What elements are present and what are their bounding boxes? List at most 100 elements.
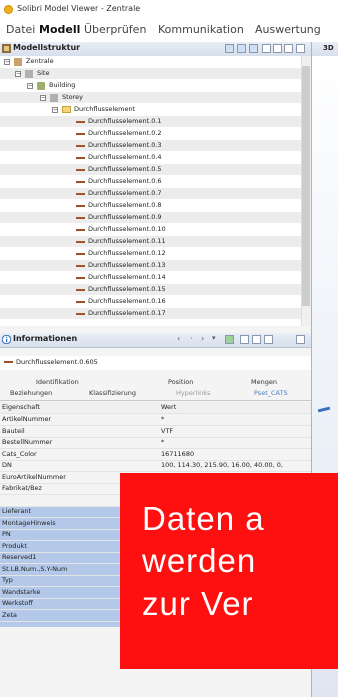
tree-item[interactable]: Durchflusselement.0.16 (0, 296, 302, 307)
property-row[interactable]: DN 100, 114.30, 215.90, 16.00, 40.00, 0, (0, 460, 311, 472)
column-eigenschaft[interactable]: Eigenschaft (2, 402, 40, 413)
menu-kommunikation[interactable]: Kommunikation (158, 23, 244, 36)
tree-item-label: Durchflusselement.0.3 (88, 141, 162, 149)
component-icon (76, 169, 85, 171)
tab-identifikation[interactable]: Identifikation (36, 378, 79, 386)
property-value: 100, 114.30, 215.90, 16.00, 40.00, 0, (161, 461, 283, 469)
component-icon (76, 181, 85, 183)
nav-dropdown-icon[interactable]: ▾ (212, 334, 216, 342)
panel-maximize-icon[interactable] (296, 44, 305, 53)
component-icon (76, 253, 85, 255)
toolbar-grid-icon[interactable] (249, 44, 258, 53)
tab-klassifizierung[interactable]: Klassifizierung (89, 389, 136, 397)
3d-view-label: 3D (323, 44, 334, 52)
tab-pset-cats[interactable]: Pset_CATS (254, 389, 288, 397)
info-list-icon[interactable] (264, 335, 273, 344)
property-key: ArtikelNummer (2, 415, 52, 423)
tree-item[interactable]: − Durchflusselement (0, 104, 302, 115)
tree-item[interactable]: Durchflusselement.0.6 (0, 176, 302, 187)
model-structure-title: Modellstruktur (13, 43, 81, 52)
info-tabs-row1: Identifikation Position Mengen (0, 378, 311, 388)
tab-position[interactable]: Position (168, 378, 193, 386)
info-maximize-icon[interactable] (296, 335, 305, 344)
property-value: 16711680 (161, 449, 195, 458)
tree-item[interactable]: Durchflusselement.0.9 (0, 212, 302, 223)
column-wert[interactable]: Wert (161, 402, 176, 413)
property-key: Typ (2, 576, 13, 584)
tree-item[interactable]: Durchflusselement.0.14 (0, 272, 302, 283)
info-collapse-icon[interactable] (252, 335, 261, 344)
folder-icon (62, 106, 71, 113)
tree-expander-icon[interactable]: − (52, 107, 58, 113)
tree-item[interactable]: Durchflusselement.0.3 (0, 140, 302, 151)
property-row[interactable]: Bauteil VTF (0, 426, 311, 438)
tree-scrollbar-thumb[interactable] (302, 66, 310, 306)
info-image-icon[interactable] (225, 335, 234, 344)
tree-item[interactable]: − Storey (0, 92, 302, 103)
property-key: Werkstoff (2, 599, 33, 607)
tree-item-label: Zentrale (26, 57, 54, 65)
tree-item[interactable]: Durchflusselement.0.1 (0, 116, 302, 127)
tree-item-label: Durchflusselement.0.7 (88, 189, 162, 197)
property-row[interactable]: ArtikelNummer * (0, 414, 311, 426)
tree-item-label: Storey (62, 93, 84, 101)
component-icon (76, 133, 85, 135)
tab-hyperlinks[interactable]: Hyperlinks (176, 389, 210, 397)
tree-expander-icon[interactable]: − (4, 59, 10, 65)
tree-expander-icon[interactable]: − (15, 71, 21, 77)
property-key: PN (2, 530, 11, 538)
app-logo-icon (4, 5, 13, 14)
menu-auswertung[interactable]: Auswertung (255, 23, 321, 36)
tab-mengen[interactable]: Mengen (251, 378, 277, 386)
tree-item-label: Durchflusselement.0.15 (88, 285, 166, 293)
tree-item[interactable]: Durchflusselement.0.8 (0, 200, 302, 211)
tree-item[interactable]: Durchflusselement.0.13 (0, 260, 302, 271)
tree-item-label: Durchflusselement.0.16 (88, 297, 166, 305)
component-icon (4, 361, 13, 363)
tree-item[interactable]: − Building (0, 80, 302, 91)
toolbar-collapse-icon[interactable] (273, 44, 282, 53)
tree-item[interactable]: − Site (0, 68, 302, 79)
tree-item[interactable]: Durchflusselement.0.11 (0, 236, 302, 247)
tree-item[interactable]: Durchflusselement.0.7 (0, 188, 302, 199)
nav-back-icon[interactable]: ‹ (177, 334, 180, 343)
model-tree[interactable]: − Zentrale − Site − Building − Storey − Durchflus… (0, 56, 302, 326)
toolbar-filter-icon[interactable] (237, 44, 246, 53)
nav-menu-icon[interactable]: · (190, 334, 193, 343)
tab-beziehungen[interactable]: Beziehungen (10, 389, 52, 397)
toolbar-expand-icon[interactable] (262, 44, 271, 53)
tree-expander-icon[interactable]: − (40, 95, 46, 101)
property-row[interactable]: Cats_Color 16711680 (0, 449, 311, 461)
nav-forward-icon[interactable]: › (201, 334, 204, 343)
info-expand-icon[interactable] (240, 335, 249, 344)
tree-item-label: Durchflusselement.0.17 (88, 309, 166, 317)
info-icon (2, 335, 11, 344)
tree-item[interactable]: Durchflusselement.0.5 (0, 164, 302, 175)
storey-icon (50, 94, 58, 102)
toolbar-sync-icon[interactable] (225, 44, 234, 53)
tree-item[interactable]: Durchflusselement.0.2 (0, 128, 302, 139)
property-key: Reserved1 (2, 553, 37, 561)
menu-ueberpruefen[interactable]: Überprüfen (84, 23, 146, 36)
component-icon (76, 265, 85, 267)
tree-item[interactable]: − Zentrale (0, 56, 302, 67)
tree-item[interactable]: Durchflusselement.0.15 (0, 284, 302, 295)
tree-item[interactable]: Durchflusselement.0.4 (0, 152, 302, 163)
tree-item[interactable]: Durchflusselement.0.17 (0, 308, 302, 319)
info-tabs-row2: Beziehungen Klassifizierung Hyperlinks P… (0, 388, 311, 401)
property-key: BestellNummer (2, 438, 53, 446)
window-title: Solibri Model Viewer - Zentrale (17, 4, 141, 13)
tree-item[interactable]: Durchflusselement.0.12 (0, 248, 302, 259)
menu-datei[interactable]: Datei (6, 23, 35, 36)
component-icon (76, 121, 85, 123)
menu-modell[interactable]: Modell (39, 23, 80, 36)
property-row[interactable]: BestellNummer * (0, 437, 311, 449)
property-key: Produkt (2, 541, 27, 550)
toolbar-list-icon[interactable] (284, 44, 293, 53)
property-key: Wandstarke (2, 587, 41, 596)
tree-item-label: Building (49, 81, 76, 89)
tree-expander-icon[interactable]: − (27, 83, 33, 89)
tree-item[interactable]: Durchflusselement.0.10 (0, 224, 302, 235)
tree-item-label: Durchflusselement.0.4 (88, 153, 162, 161)
tree-item-label: Durchflusselement.0.1 (88, 117, 162, 125)
